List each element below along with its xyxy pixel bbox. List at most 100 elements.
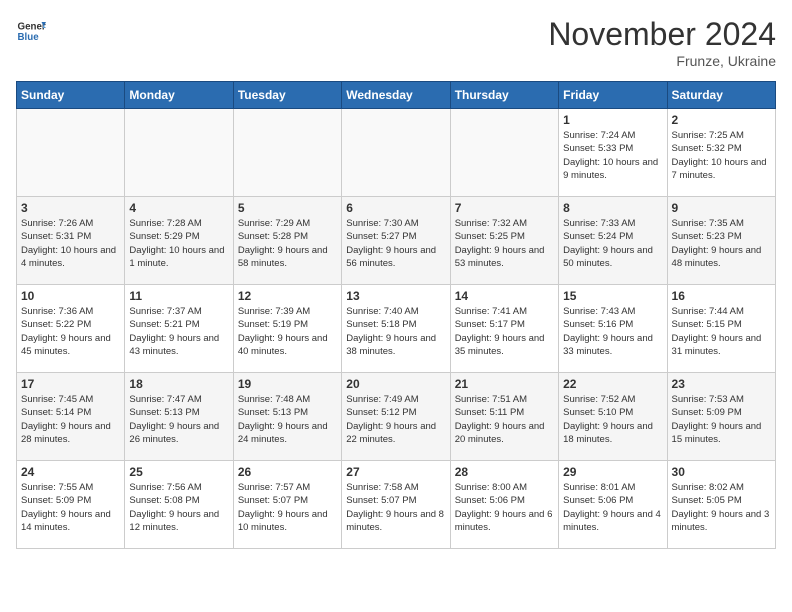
calendar-cell: 21 Sunrise: 7:51 AM Sunset: 5:11 PM Dayli…: [450, 373, 558, 461]
day-info: Sunrise: 7:57 AM Sunset: 5:07 PM Dayligh…: [238, 481, 337, 534]
calendar-cell: 14 Sunrise: 7:41 AM Sunset: 5:17 PM Dayli…: [450, 285, 558, 373]
weekday-header: Saturday: [667, 82, 775, 109]
calendar-cell: 20 Sunrise: 7:49 AM Sunset: 5:12 PM Dayli…: [342, 373, 450, 461]
day-number: 5: [238, 201, 337, 215]
calendar-cell: 18Sunrise: 7:47 AM Sunset: 5:13 PM Dayli…: [125, 373, 233, 461]
calendar-cell: [125, 109, 233, 197]
calendar-cell: 11Sunrise: 7:37 AM Sunset: 5:21 PM Dayli…: [125, 285, 233, 373]
calendar-week-row: 17 Sunrise: 7:45 AM Sunset: 5:14 PM Dayli…: [17, 373, 776, 461]
day-number: 9: [672, 201, 771, 215]
calendar-cell: 12 Sunrise: 7:39 AM Sunset: 5:19 PM Dayli…: [233, 285, 341, 373]
day-info: Sunrise: 7:32 AM Sunset: 5:25 PM Dayligh…: [455, 217, 554, 270]
day-info: Sunrise: 7:47 AM Sunset: 5:13 PM Dayligh…: [129, 393, 228, 446]
day-number: 13: [346, 289, 445, 303]
weekday-header: Tuesday: [233, 82, 341, 109]
day-info: Sunrise: 7:39 AM Sunset: 5:19 PM Dayligh…: [238, 305, 337, 358]
day-number: 30: [672, 465, 771, 479]
logo-icon: General Blue: [16, 16, 46, 46]
calendar-cell: 2Sunrise: 7:25 AM Sunset: 5:32 PM Daylig…: [667, 109, 775, 197]
calendar-cell: 5 Sunrise: 7:29 AM Sunset: 5:28 PM Daylig…: [233, 197, 341, 285]
location: Frunze, Ukraine: [548, 53, 776, 69]
day-number: 22: [563, 377, 662, 391]
day-info: Sunrise: 7:51 AM Sunset: 5:11 PM Dayligh…: [455, 393, 554, 446]
day-info: Sunrise: 7:35 AM Sunset: 5:23 PM Dayligh…: [672, 217, 771, 270]
day-number: 4: [129, 201, 228, 215]
page-header: General Blue November 2024 Frunze, Ukrai…: [16, 16, 776, 69]
day-info: Sunrise: 7:55 AM Sunset: 5:09 PM Dayligh…: [21, 481, 120, 534]
calendar-cell: 4 Sunrise: 7:28 AM Sunset: 5:29 PM Daylig…: [125, 197, 233, 285]
day-number: 20: [346, 377, 445, 391]
day-info: Sunrise: 7:53 AM Sunset: 5:09 PM Dayligh…: [672, 393, 771, 446]
day-number: 27: [346, 465, 445, 479]
day-info: Sunrise: 7:45 AM Sunset: 5:14 PM Dayligh…: [21, 393, 120, 446]
calendar-table: SundayMondayTuesdayWednesdayThursdayFrid…: [16, 81, 776, 549]
calendar-cell: 30 Sunrise: 8:02 AM Sunset: 5:05 PM Dayli…: [667, 461, 775, 549]
calendar-cell: 15Sunrise: 7:43 AM Sunset: 5:16 PM Dayli…: [559, 285, 667, 373]
day-info: Sunrise: 8:02 AM Sunset: 5:05 PM Dayligh…: [672, 481, 771, 534]
day-number: 14: [455, 289, 554, 303]
day-info: Sunrise: 7:48 AM Sunset: 5:13 PM Dayligh…: [238, 393, 337, 446]
calendar-cell: [17, 109, 125, 197]
day-number: 11: [129, 289, 228, 303]
day-number: 12: [238, 289, 337, 303]
calendar-cell: 29Sunrise: 8:01 AM Sunset: 5:06 PM Dayli…: [559, 461, 667, 549]
day-number: 17: [21, 377, 120, 391]
calendar-cell: 25Sunrise: 7:56 AM Sunset: 5:08 PM Dayli…: [125, 461, 233, 549]
day-info: Sunrise: 7:28 AM Sunset: 5:29 PM Dayligh…: [129, 217, 228, 270]
day-number: 25: [129, 465, 228, 479]
calendar-cell: 9 Sunrise: 7:35 AM Sunset: 5:23 PM Daylig…: [667, 197, 775, 285]
day-info: Sunrise: 7:26 AM Sunset: 5:31 PM Dayligh…: [21, 217, 120, 270]
day-number: 2: [672, 113, 771, 127]
day-number: 26: [238, 465, 337, 479]
day-number: 16: [672, 289, 771, 303]
svg-text:General: General: [18, 22, 47, 33]
day-number: 21: [455, 377, 554, 391]
day-number: 19: [238, 377, 337, 391]
day-info: Sunrise: 7:44 AM Sunset: 5:15 PM Dayligh…: [672, 305, 771, 358]
weekday-header: Friday: [559, 82, 667, 109]
day-info: Sunrise: 7:30 AM Sunset: 5:27 PM Dayligh…: [346, 217, 445, 270]
day-info: Sunrise: 7:43 AM Sunset: 5:16 PM Dayligh…: [563, 305, 662, 358]
month-title: November 2024: [548, 16, 776, 53]
day-info: Sunrise: 7:33 AM Sunset: 5:24 PM Dayligh…: [563, 217, 662, 270]
calendar-cell: 7Sunrise: 7:32 AM Sunset: 5:25 PM Daylig…: [450, 197, 558, 285]
weekday-header: Sunday: [17, 82, 125, 109]
calendar-week-row: 3 Sunrise: 7:26 AM Sunset: 5:31 PM Daylig…: [17, 197, 776, 285]
logo: General Blue: [16, 16, 46, 46]
day-number: 28: [455, 465, 554, 479]
calendar-cell: 6 Sunrise: 7:30 AM Sunset: 5:27 PM Daylig…: [342, 197, 450, 285]
day-info: Sunrise: 7:36 AM Sunset: 5:22 PM Dayligh…: [21, 305, 120, 358]
calendar-cell: 17 Sunrise: 7:45 AM Sunset: 5:14 PM Dayli…: [17, 373, 125, 461]
day-number: 3: [21, 201, 120, 215]
day-info: Sunrise: 7:52 AM Sunset: 5:10 PM Dayligh…: [563, 393, 662, 446]
calendar-cell: 16 Sunrise: 7:44 AM Sunset: 5:15 PM Dayli…: [667, 285, 775, 373]
day-info: Sunrise: 7:24 AM Sunset: 5:33 PM Dayligh…: [563, 129, 662, 182]
day-number: 23: [672, 377, 771, 391]
title-block: November 2024 Frunze, Ukraine: [548, 16, 776, 69]
calendar-cell: 28Sunrise: 8:00 AM Sunset: 5:06 PM Dayli…: [450, 461, 558, 549]
calendar-cell: 27 Sunrise: 7:58 AM Sunset: 5:07 PM Dayli…: [342, 461, 450, 549]
day-info: Sunrise: 7:49 AM Sunset: 5:12 PM Dayligh…: [346, 393, 445, 446]
calendar-cell: 19 Sunrise: 7:48 AM Sunset: 5:13 PM Dayli…: [233, 373, 341, 461]
calendar-cell: 23 Sunrise: 7:53 AM Sunset: 5:09 PM Dayli…: [667, 373, 775, 461]
calendar-week-row: 10 Sunrise: 7:36 AM Sunset: 5:22 PM Dayli…: [17, 285, 776, 373]
day-info: Sunrise: 7:29 AM Sunset: 5:28 PM Dayligh…: [238, 217, 337, 270]
calendar-week-row: 1 Sunrise: 7:24 AM Sunset: 5:33 PM Daylig…: [17, 109, 776, 197]
weekday-header: Thursday: [450, 82, 558, 109]
calendar-cell: [450, 109, 558, 197]
day-number: 24: [21, 465, 120, 479]
day-info: Sunrise: 7:58 AM Sunset: 5:07 PM Dayligh…: [346, 481, 445, 534]
weekday-header-row: SundayMondayTuesdayWednesdayThursdayFrid…: [17, 82, 776, 109]
weekday-header: Wednesday: [342, 82, 450, 109]
day-number: 6: [346, 201, 445, 215]
weekday-header: Monday: [125, 82, 233, 109]
day-info: Sunrise: 7:41 AM Sunset: 5:17 PM Dayligh…: [455, 305, 554, 358]
day-number: 10: [21, 289, 120, 303]
calendar-cell: 1 Sunrise: 7:24 AM Sunset: 5:33 PM Daylig…: [559, 109, 667, 197]
calendar-week-row: 24 Sunrise: 7:55 AM Sunset: 5:09 PM Dayli…: [17, 461, 776, 549]
day-number: 1: [563, 113, 662, 127]
calendar-cell: [233, 109, 341, 197]
calendar-cell: 3 Sunrise: 7:26 AM Sunset: 5:31 PM Daylig…: [17, 197, 125, 285]
calendar-cell: [342, 109, 450, 197]
day-info: Sunrise: 7:40 AM Sunset: 5:18 PM Dayligh…: [346, 305, 445, 358]
